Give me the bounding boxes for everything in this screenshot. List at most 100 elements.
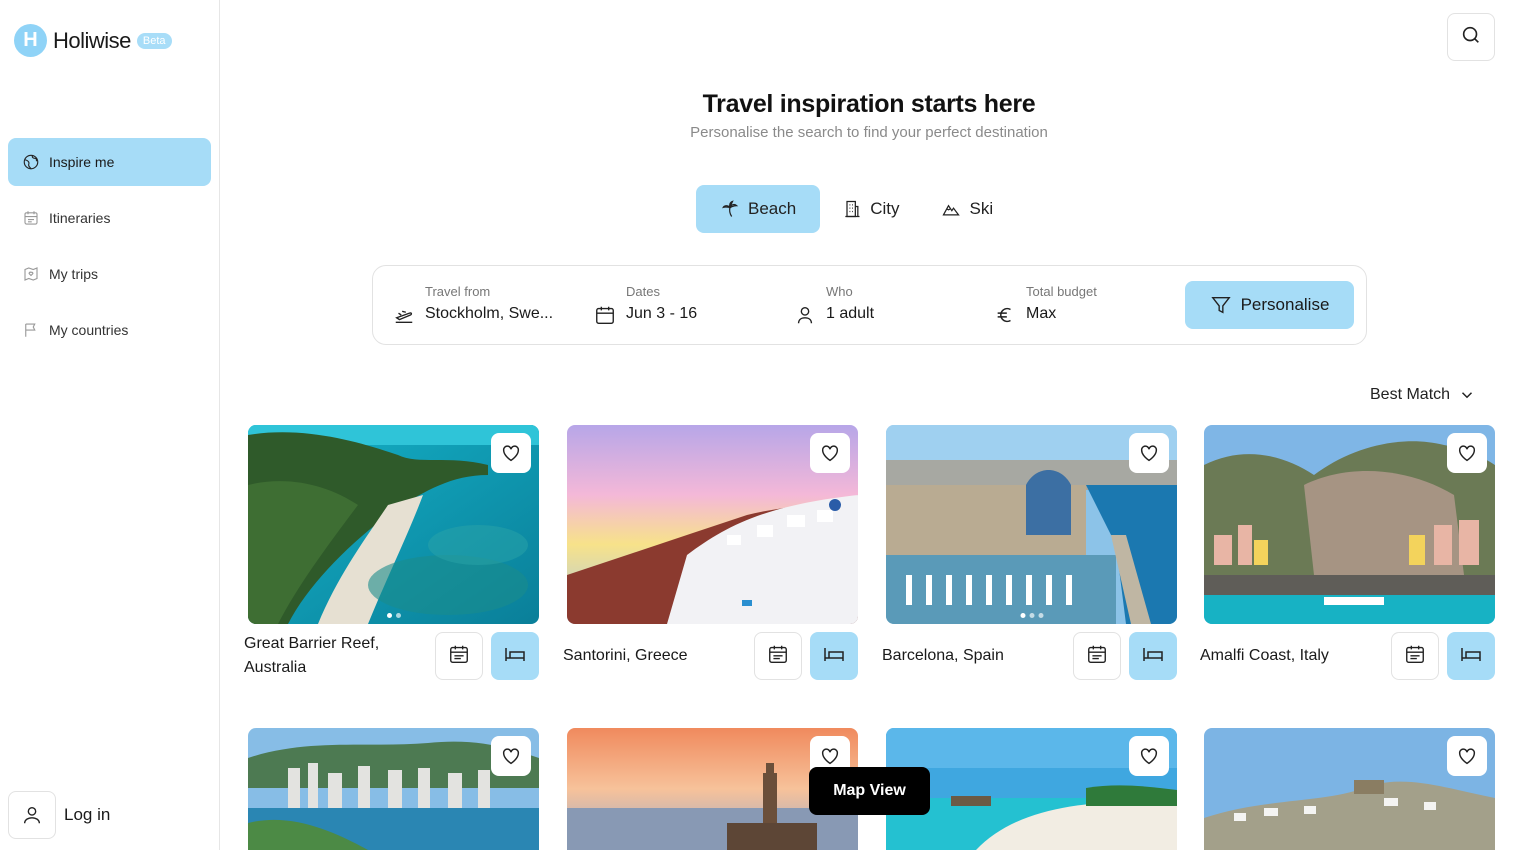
logo-mark: H [14, 24, 47, 57]
accommodation-button[interactable] [1447, 632, 1495, 680]
personalise-button[interactable]: Personalise [1185, 281, 1354, 329]
travel-from-label: Travel from [425, 284, 491, 299]
sidebar-nav: Inspire me Itineraries My trips My count… [8, 138, 211, 362]
dates-label: Dates [626, 284, 660, 299]
tab-label: City [870, 199, 900, 218]
beta-badge: Beta [136, 32, 172, 49]
user-icon [8, 791, 56, 839]
heart-icon [819, 745, 841, 767]
calendar-icon [448, 643, 470, 670]
search-button[interactable] [1447, 13, 1495, 61]
heart-icon [1138, 442, 1160, 464]
destination-image[interactable] [248, 728, 539, 850]
tab-label: Beach [748, 199, 797, 218]
itinerary-button[interactable] [1073, 632, 1121, 680]
globe-icon [22, 153, 40, 171]
filter-icon [1210, 294, 1232, 316]
itinerary-button[interactable] [435, 632, 483, 680]
destination-name: Barcelona, Spain [882, 647, 1004, 664]
sidebar-item-label: Inspire me [49, 154, 115, 170]
favorite-button[interactable] [491, 736, 531, 776]
sort-label: Best Match [1370, 386, 1451, 403]
heart-icon [1456, 745, 1478, 767]
mountain-icon [941, 199, 961, 219]
destination-name: Santorini, Greece [563, 647, 688, 664]
bed-icon [1459, 642, 1483, 671]
plane-departure-icon [393, 304, 415, 326]
destination-image[interactable] [1204, 425, 1495, 624]
budget-field[interactable]: Total budget Max [994, 266, 1174, 344]
heart-icon [1138, 745, 1160, 767]
sidebar-item-itineraries[interactable]: Itineraries [8, 194, 211, 242]
destination-image[interactable] [886, 425, 1177, 624]
sidebar-item-label: My trips [49, 266, 98, 282]
who-value: 1 adult [826, 305, 875, 322]
category-tabs: Beach City Ski [696, 185, 1013, 233]
heart-icon [500, 442, 522, 464]
page-subtitle: Personalise the search to find your perf… [690, 124, 1048, 141]
chevron-down-icon [1458, 386, 1476, 404]
calendar-icon [594, 304, 616, 326]
sidebar-item-label: My countries [49, 322, 129, 338]
destination-image[interactable] [1204, 728, 1495, 850]
calendar-icon [22, 209, 40, 227]
favorite-button[interactable] [1129, 433, 1169, 473]
destination-image[interactable] [567, 425, 858, 624]
bed-icon [1141, 642, 1165, 671]
favorite-button[interactable] [491, 433, 531, 473]
heart-map-icon [22, 265, 40, 283]
bed-icon [822, 642, 846, 671]
map-view-button[interactable]: Map View [809, 767, 930, 815]
who-label: Who [826, 284, 853, 299]
favorite-button[interactable] [1129, 736, 1169, 776]
carousel-dots [385, 613, 403, 618]
sidebar-item-my-countries[interactable]: My countries [8, 306, 211, 354]
login-button[interactable]: Log in [8, 791, 110, 839]
travel-from-value: Stockholm, Swe... [425, 305, 554, 322]
accommodation-button[interactable] [1129, 632, 1177, 680]
itinerary-button[interactable] [754, 632, 802, 680]
logo[interactable]: H Holiwise Beta [14, 24, 172, 57]
sidebar-item-my-trips[interactable]: My trips [8, 250, 211, 298]
tab-beach[interactable]: Beach [696, 185, 821, 233]
favorite-button[interactable] [1447, 736, 1487, 776]
tab-city[interactable]: City [820, 185, 919, 233]
search-bar: Travel from Stockholm, Swe... Dates Jun … [372, 265, 1367, 345]
accommodation-button[interactable] [810, 632, 858, 680]
sort-dropdown[interactable]: Best Match [1370, 386, 1476, 404]
who-field[interactable]: Who 1 adult [794, 266, 984, 344]
euro-icon [994, 304, 1016, 326]
favorite-button[interactable] [1447, 433, 1487, 473]
logo-text: Holiwise [53, 27, 131, 53]
bed-icon [503, 642, 527, 671]
palm-tree-icon [720, 199, 740, 219]
sidebar: H Holiwise Beta Inspire me Itineraries M… [0, 0, 220, 850]
calendar-icon [1086, 643, 1108, 670]
heart-icon [1456, 442, 1478, 464]
destination-image[interactable] [248, 425, 539, 624]
carousel-dots [1018, 613, 1045, 618]
personalise-label: Personalise [1240, 295, 1330, 314]
login-label: Log in [64, 805, 111, 824]
destination-name: Amalfi Coast, Italy [1200, 647, 1329, 664]
calendar-icon [767, 643, 789, 670]
favorite-button[interactable] [810, 433, 850, 473]
building-icon [842, 199, 862, 219]
sidebar-item-inspire-me[interactable]: Inspire me [8, 138, 211, 186]
destination-name: Great Barrier Reef, Australia [244, 635, 380, 676]
accommodation-button[interactable] [491, 632, 539, 680]
dates-value: Jun 3 - 16 [626, 305, 698, 322]
search-icon [1460, 24, 1482, 51]
tab-label: Ski [969, 199, 994, 218]
travel-from-field[interactable]: Travel from Stockholm, Swe... [393, 266, 583, 344]
user-icon [794, 304, 816, 326]
tab-ski[interactable]: Ski [919, 185, 1013, 233]
heart-icon [500, 745, 522, 767]
heart-icon [819, 442, 841, 464]
itinerary-button[interactable] [1391, 632, 1439, 680]
budget-label: Total budget [1026, 284, 1097, 299]
budget-value: Max [1026, 305, 1057, 322]
page-title: Travel inspiration starts here [702, 90, 1036, 118]
calendar-icon [1404, 643, 1426, 670]
dates-field[interactable]: Dates Jun 3 - 16 [594, 266, 784, 344]
